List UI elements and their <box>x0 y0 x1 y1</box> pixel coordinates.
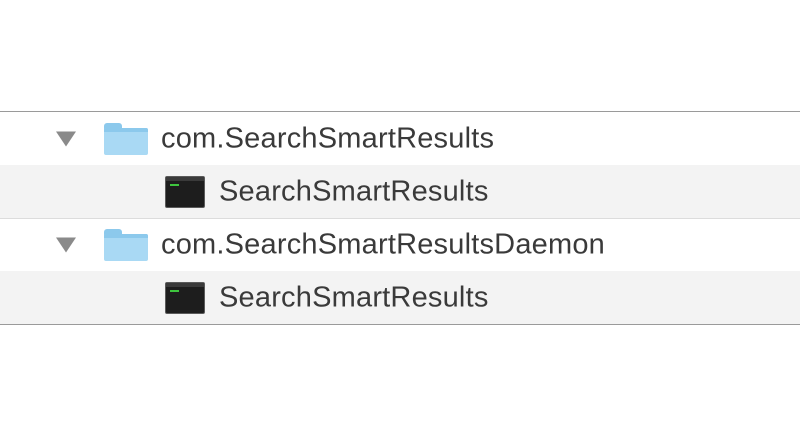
folder-icon <box>104 122 148 155</box>
file-list: com.SearchSmartResults SearchSmartResult… <box>0 111 800 325</box>
file-row[interactable]: SearchSmartResults <box>0 271 800 324</box>
file-name: SearchSmartResults <box>219 175 489 207</box>
disclosure-triangle-expanded-icon[interactable] <box>56 131 76 146</box>
folder-icon <box>104 229 148 261</box>
folder-name: com.SearchSmartResultsDaemon <box>161 228 605 261</box>
file-row[interactable]: SearchSmartResults <box>0 165 800 218</box>
folder-name: com.SearchSmartResults <box>161 122 495 154</box>
folder-row[interactable]: com.SearchSmartResults <box>0 112 800 165</box>
disclosure-triangle-expanded-icon[interactable] <box>56 237 76 253</box>
folder-row[interactable]: com.SearchSmartResultsDaemon <box>0 218 800 271</box>
terminal-executable-icon <box>165 175 205 208</box>
terminal-executable-icon <box>165 281 205 314</box>
finder-list-view: com.SearchSmartResults SearchSmartResult… <box>0 0 800 440</box>
file-name: SearchSmartResults <box>219 281 489 313</box>
